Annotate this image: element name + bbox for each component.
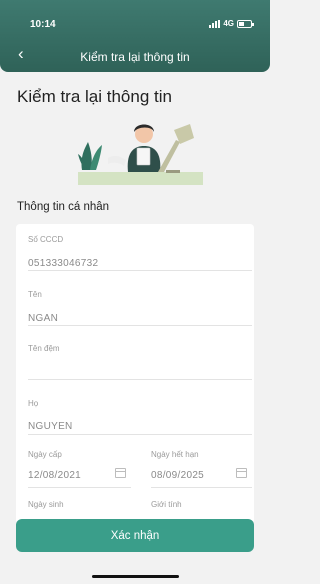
field-value: NGAN [28, 313, 59, 324]
field-label: Ngày sinh [28, 500, 64, 509]
confirm-button[interactable]: Xác nhận [16, 519, 254, 552]
field-label: Ngày cấp [28, 450, 62, 459]
field-underline [28, 325, 252, 326]
section-title: Thông tin cá nhân [17, 201, 110, 213]
first-name-field[interactable]: Tên NGAN [28, 290, 252, 326]
field-label: Ngày hết hạn [151, 450, 199, 459]
calendar-icon[interactable] [115, 468, 126, 478]
field-label: Họ [28, 399, 39, 408]
status-time: 10:14 [30, 19, 56, 30]
home-indicator [92, 575, 179, 578]
field-label: Tên [28, 290, 42, 299]
app-header: 10:14 4G ‹ Kiểm tra lại thông tin [0, 0, 270, 72]
header-title: Kiểm tra lại thông tin [80, 50, 190, 64]
field-underline [28, 487, 131, 488]
field-value: NGUYEN [28, 421, 73, 432]
field-underline [28, 434, 252, 435]
personal-info-card: Số CCCD 051333046732 Tên NGAN Tên đệm Họ… [16, 224, 254, 524]
field-value: 12/08/2021 [28, 470, 82, 481]
network-type: 4G [223, 19, 234, 28]
id-number-field[interactable]: Số CCCD 051333046732 [28, 235, 252, 271]
last-name-field[interactable]: Họ NGUYEN [28, 399, 252, 435]
field-underline [151, 487, 252, 488]
field-value: 051333046732 [28, 258, 99, 269]
field-value: 08/09/2025 [151, 470, 205, 481]
field-label: Tên đệm [28, 344, 60, 353]
issue-date-field[interactable]: Ngày cấp 12/08/2021 [28, 450, 131, 490]
middle-name-field[interactable]: Tên đệm [28, 344, 252, 380]
signal-icon [209, 19, 221, 28]
person-reading-illustration [78, 124, 203, 185]
status-indicators: 4G [209, 19, 254, 28]
field-underline [28, 379, 252, 380]
field-label: Giới tính [151, 500, 182, 509]
expiry-date-field[interactable]: Ngày hết hạn 08/09/2025 [151, 450, 252, 490]
field-underline [28, 270, 252, 271]
page-title: Kiểm tra lại thông tin [17, 87, 172, 106]
calendar-icon[interactable] [236, 468, 247, 478]
field-label: Số CCCD [28, 235, 64, 244]
battery-icon [237, 19, 254, 28]
